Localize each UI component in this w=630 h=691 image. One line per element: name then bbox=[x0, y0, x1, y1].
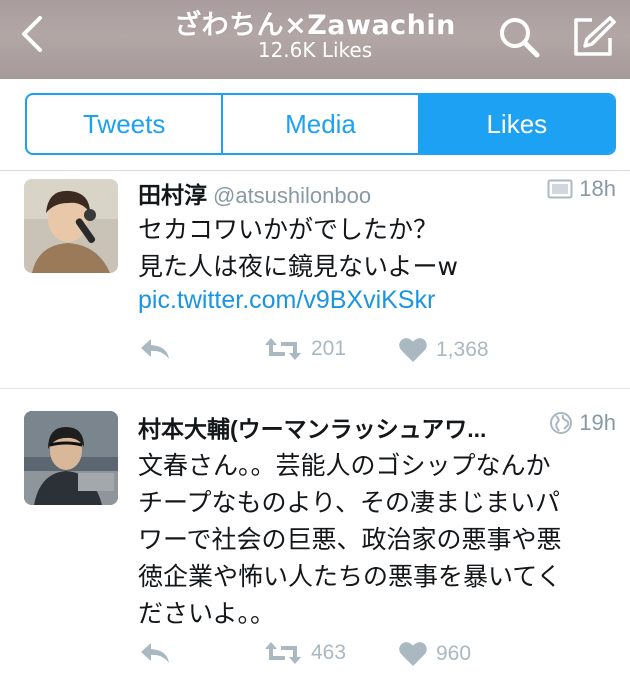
like-button[interactable]: 960 bbox=[398, 640, 471, 668]
avatar-image bbox=[24, 179, 118, 273]
media-icon bbox=[547, 179, 573, 199]
tweet-text: セカコワいかがでしたか？ 見た人は夜に鏡見ないよーw bbox=[138, 215, 458, 281]
author-handle[interactable]: @atsushilonboo bbox=[213, 183, 371, 208]
tab-tweets[interactable]: Tweets bbox=[27, 95, 221, 153]
tweet-actions: 201 1,368 bbox=[138, 336, 630, 372]
tweet-item[interactable]: 村本大輔(ウーマンラッシュアワ... 19h 文春さん。。芸能人のゴシップなんか… bbox=[0, 389, 630, 691]
search-icon bbox=[500, 18, 540, 58]
retweet-count: 201 bbox=[311, 337, 347, 360]
profile-header: ざわちん×Zawachin 12.6K Likes bbox=[0, 0, 630, 79]
retweet-button[interactable]: 201 bbox=[263, 336, 346, 362]
retweet-icon bbox=[265, 338, 301, 360]
retweet-button[interactable]: 463 bbox=[263, 640, 346, 666]
like-button[interactable]: 1,368 bbox=[398, 336, 489, 364]
tweet-item[interactable]: 田村淳 @atsushilonboo 18h セカコワいかがでしたか？ 見た人は夜… bbox=[0, 171, 630, 388]
globe-icon bbox=[550, 412, 573, 434]
tweet-timestamp: 18h bbox=[579, 176, 616, 201]
like-count: 960 bbox=[436, 642, 472, 665]
profile-tabs: Tweets Media Likes bbox=[25, 93, 616, 155]
tab-likes[interactable]: Likes bbox=[417, 95, 614, 153]
reply-button[interactable] bbox=[138, 336, 172, 362]
like-count: 1,368 bbox=[436, 338, 489, 361]
tweet-timestamp: 19h bbox=[579, 410, 616, 435]
tweet-meta: 18h bbox=[547, 176, 616, 202]
retweet-icon bbox=[265, 642, 301, 664]
tweet-meta: 19h bbox=[549, 410, 616, 436]
heart-icon bbox=[399, 338, 427, 362]
reply-icon bbox=[141, 643, 169, 663]
compose-tweet-button[interactable] bbox=[570, 14, 616, 60]
search-button[interactable] bbox=[496, 14, 542, 60]
tweet-media-link[interactable]: pic.twitter.com/v9BXviKSkr bbox=[138, 286, 435, 315]
tweet-header: 田村淳 @atsushilonboo 18h bbox=[138, 176, 616, 210]
heart-icon bbox=[399, 642, 427, 666]
tabs-bar: Tweets Media Likes bbox=[0, 79, 630, 171]
reply-icon bbox=[141, 339, 169, 359]
compose-icon bbox=[574, 16, 616, 56]
tweet-text: 文春さん。。芸能人のゴシップなんか チープなものより、その凄まじまいパ ワーで社… bbox=[138, 451, 562, 628]
retweet-count: 463 bbox=[311, 641, 347, 664]
avatar[interactable] bbox=[24, 179, 118, 273]
tab-media[interactable]: Media bbox=[221, 95, 417, 153]
author-name[interactable]: 村本大輔(ウーマンラッシュアワ... bbox=[138, 416, 486, 442]
tweet-header: 村本大輔(ウーマンラッシュアワ... 19h bbox=[138, 410, 616, 444]
avatar-image bbox=[24, 411, 118, 505]
tweet-actions: 463 960 bbox=[138, 640, 630, 676]
author-name[interactable]: 田村淳 bbox=[138, 182, 207, 208]
avatar[interactable] bbox=[24, 411, 118, 505]
reply-button[interactable] bbox=[138, 640, 172, 666]
